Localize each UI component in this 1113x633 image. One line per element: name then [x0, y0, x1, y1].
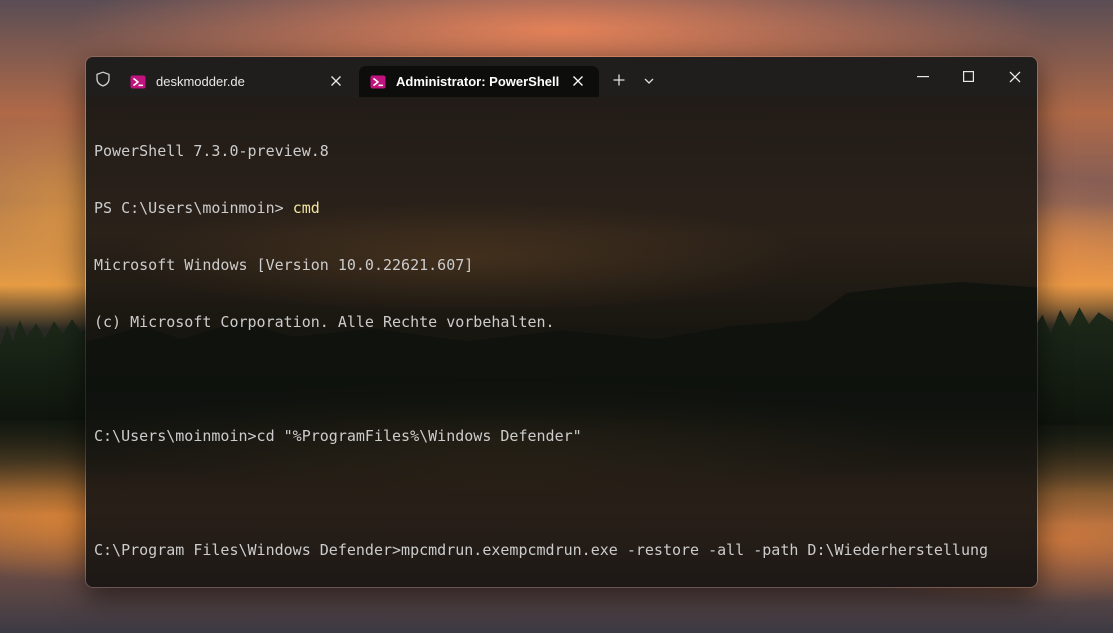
command-text: cmd: [292, 199, 320, 217]
console-line: (c) Microsoft Corporation. Alle Rechte v…: [94, 313, 555, 331]
console-line: PS C:\Users\moinmoin> cmd: [94, 199, 1029, 218]
console-output[interactable]: PowerShell 7.3.0-preview.8 PS C:\Users\m…: [94, 104, 1029, 587]
powershell-icon: [370, 75, 386, 88]
chevron-down-icon[interactable]: [643, 76, 655, 86]
console-line: PowerShell 7.3.0-preview.8: [94, 142, 329, 160]
background-reflection-right: [1033, 425, 1113, 525]
close-icon[interactable]: [1009, 71, 1021, 83]
background-reflection-left: [0, 420, 90, 515]
console-line: C:\Program Files\Windows Defender>mpcmdr…: [94, 541, 989, 559]
close-icon[interactable]: [329, 74, 343, 88]
powershell-icon: [130, 75, 146, 88]
console-line: Microsoft Windows [Version 10.0.22621.60…: [94, 256, 474, 274]
terminal-window: deskmodder.de Administrator: PowerShell: [85, 56, 1038, 588]
tab-administrator-powershell[interactable]: Administrator: PowerShell: [359, 66, 599, 97]
maximize-icon[interactable]: [963, 71, 974, 82]
close-icon[interactable]: [571, 74, 585, 88]
background-treeline-left: [0, 319, 90, 420]
prompt: PS C:\Users\moinmoin>: [94, 199, 293, 217]
shield-icon[interactable]: [95, 71, 111, 87]
tab-label: Administrator: PowerShell: [396, 74, 560, 89]
minimize-icon[interactable]: [917, 76, 929, 78]
tab-deskmodder[interactable]: deskmodder.de: [119, 66, 357, 97]
tab-label: deskmodder.de: [156, 74, 245, 89]
console-line: C:\Users\moinmoin>cd "%ProgramFiles%\Win…: [94, 427, 582, 445]
background-treeline-right: [1033, 307, 1113, 425]
title-bar[interactable]: deskmodder.de Administrator: PowerShell: [86, 57, 1037, 97]
plus-icon[interactable]: [612, 73, 626, 87]
terminal-area[interactable]: PowerShell 7.3.0-preview.8 PS C:\Users\m…: [86, 97, 1037, 587]
